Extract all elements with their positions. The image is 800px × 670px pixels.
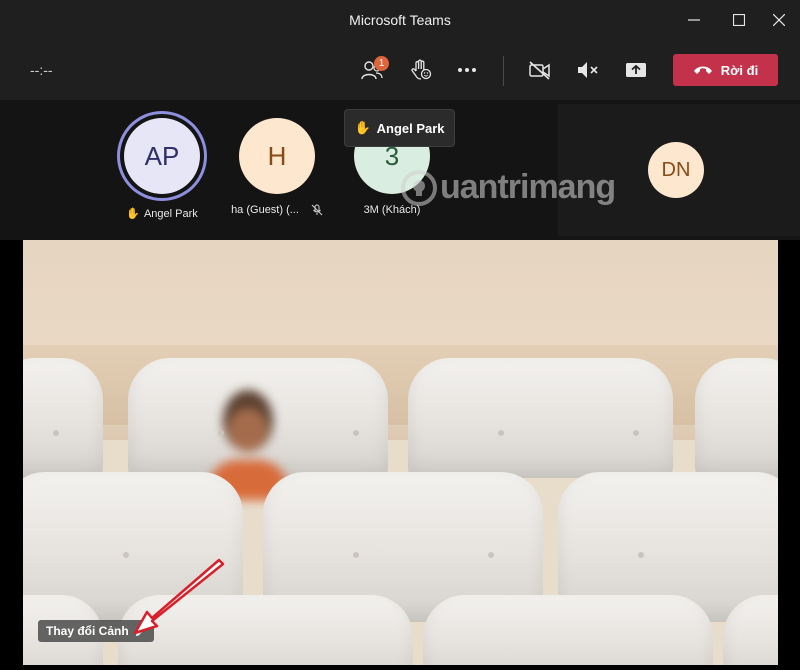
seat-tuft (218, 430, 224, 436)
raised-hand-tooltip: ✋ Angel Park (344, 109, 455, 147)
pencil-icon (135, 627, 145, 636)
people-count-badge: 1 (374, 56, 389, 71)
watermark-logo-icon (401, 169, 437, 206)
close-icon[interactable] (760, 0, 798, 40)
seat (408, 358, 673, 478)
avatar: AP (124, 118, 200, 194)
watermark: uantrimang (400, 168, 616, 207)
seat (23, 358, 103, 478)
seat (695, 358, 778, 478)
more-icon (458, 68, 476, 72)
change-scene-button[interactable]: Thay đổi Cảnh (38, 620, 154, 642)
camera-off-icon (529, 61, 550, 80)
seat-tuft (488, 552, 494, 558)
seat-tuft (353, 552, 359, 558)
mic-toggle-button[interactable] (570, 52, 606, 88)
seat-tuft (53, 430, 59, 436)
share-screen-button[interactable] (618, 52, 654, 88)
minimize-icon[interactable] (675, 0, 713, 40)
seat (118, 595, 413, 665)
seat-tuft (633, 430, 639, 436)
seat (423, 595, 713, 665)
main-video: Thay đổi Cảnh (23, 240, 778, 665)
seat-tuft (123, 552, 129, 558)
participants-strip: AP ✋ Angel Park H ha (Guest) (... 3 3M (… (0, 100, 800, 240)
participant-name-row: ✋ Angel Park (107, 207, 217, 221)
raised-hand-icon: ✋ (354, 120, 371, 135)
maximize-icon[interactable] (720, 0, 758, 40)
raise-hand-button[interactable] (403, 52, 439, 88)
participant-name: Angel Park (143, 207, 198, 220)
mic-off-icon (311, 204, 323, 216)
toolbar-divider (503, 56, 504, 86)
watermark-text: uantrimang (440, 168, 616, 206)
hang-up-icon (693, 66, 712, 74)
scene-label-text: Thay đổi Cảnh (46, 624, 129, 638)
participant-name-row: ha (Guest) (... (222, 204, 332, 216)
avatar: H (239, 118, 315, 194)
camera-toggle-button[interactable] (522, 52, 558, 88)
call-timer: --:-- (30, 62, 53, 78)
seat-tuft (498, 430, 504, 436)
participant-tile[interactable]: H ha (Guest) (... (222, 118, 332, 216)
participant-tile[interactable]: AP ✋ Angel Park (107, 118, 217, 220)
more-options-button[interactable] (449, 52, 485, 88)
seat-tuft (638, 552, 644, 558)
seat-tuft (353, 430, 359, 436)
people-button[interactable]: 1 (354, 52, 390, 88)
leave-label: Rời đi (720, 62, 759, 78)
call-toolbar: --:-- 1 Rời đi (0, 40, 800, 100)
tooltip-name: Angel Park (376, 120, 445, 136)
mute-icon (578, 62, 598, 78)
raise-hand-icon (411, 59, 432, 80)
participant-name: ha (Guest) (... (231, 204, 299, 216)
avatar: DN (648, 142, 704, 198)
leave-call-button[interactable]: Rời đi (673, 54, 778, 86)
raised-hand-icon: ✋ (126, 208, 140, 220)
share-screen-icon (626, 63, 646, 77)
title-bar: Microsoft Teams (0, 0, 800, 40)
